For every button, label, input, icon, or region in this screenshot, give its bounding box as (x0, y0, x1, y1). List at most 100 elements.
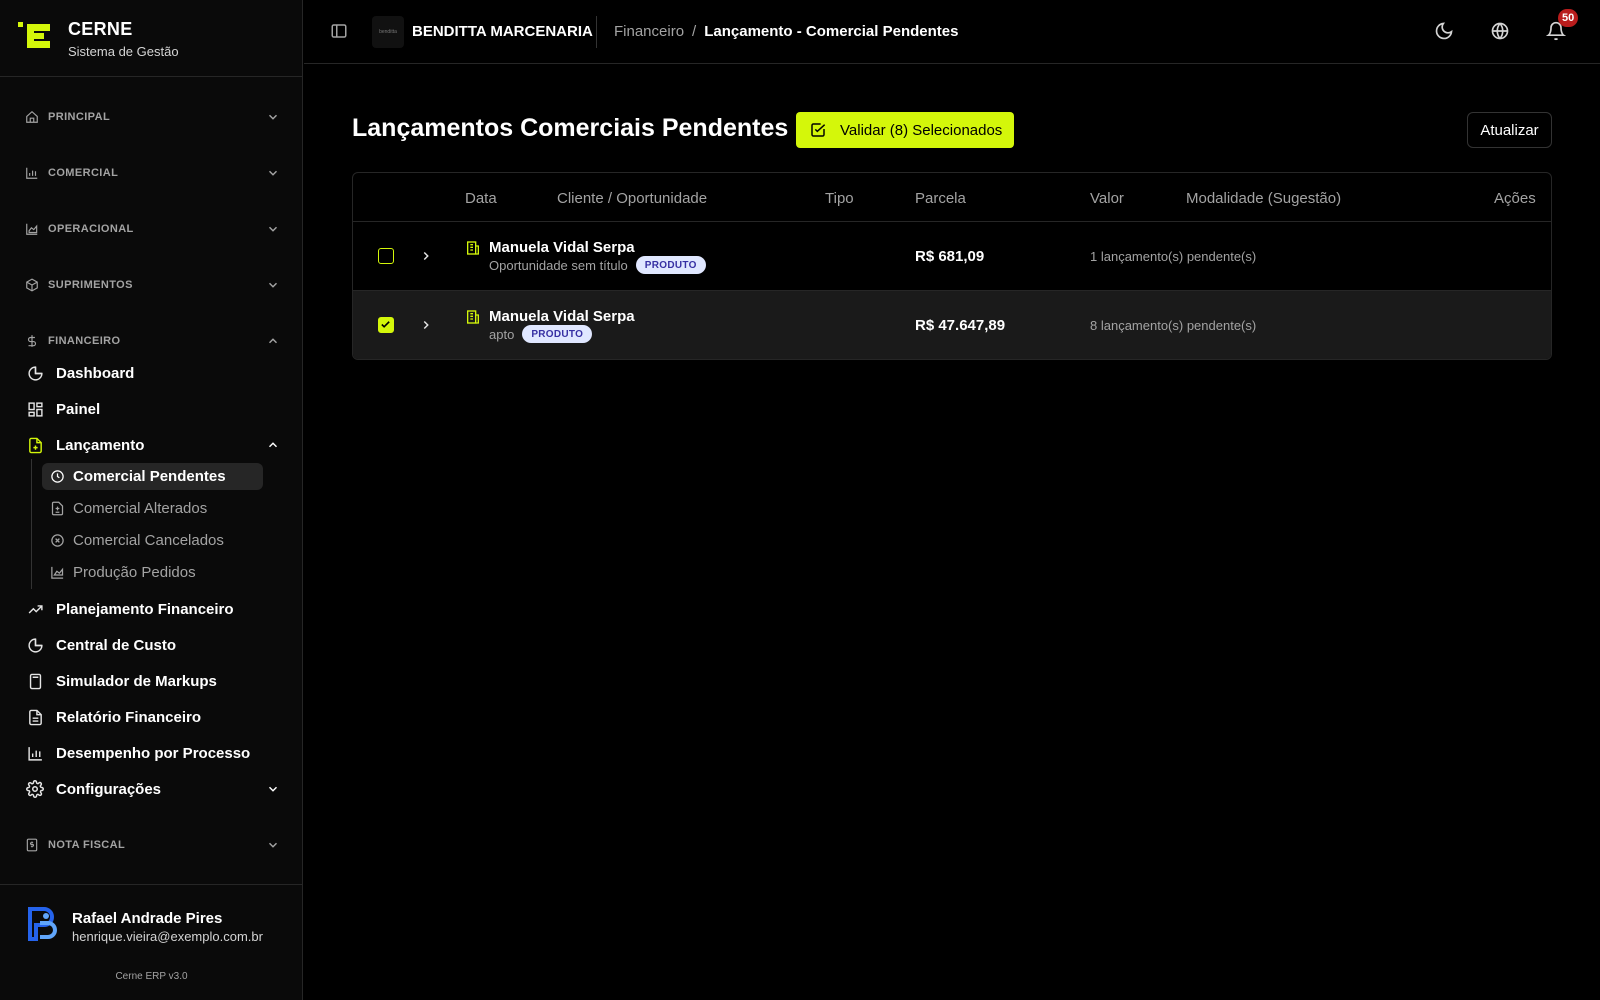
brand-name: CERNE (68, 19, 133, 39)
group-label: SUPRIMENTOS (48, 279, 133, 291)
col-parcela[interactable]: Parcela (915, 190, 966, 207)
receipt-icon (24, 837, 40, 853)
type-badge: PRODUTO (635, 256, 706, 274)
calculator-icon (26, 672, 44, 690)
moon-icon[interactable] (1434, 21, 1454, 41)
area-chart-icon (24, 221, 40, 237)
header-divider (596, 16, 597, 48)
opportunity-line: Oportunidade sem título PRODUTO (489, 256, 706, 274)
x-circle-icon (50, 533, 65, 548)
company-name[interactable]: BENDITTA MARCENARIA (412, 23, 593, 40)
chevron-down-icon (268, 842, 278, 848)
top-header: benditta BENDITTA MARCENARIA Financeiro … (304, 0, 1600, 64)
nav-lancamento[interactable]: Lançamento (26, 433, 282, 457)
nav-label: Painel (56, 400, 101, 418)
breadcrumb-parent[interactable]: Financeiro (614, 23, 684, 40)
globe-icon[interactable] (1490, 21, 1510, 41)
pending-table: Data Cliente / Oportunidade Tipo Parcela… (352, 172, 1552, 360)
chevron-down-icon (268, 786, 278, 792)
row-value: R$ 681,09 (915, 248, 985, 265)
home-icon (24, 109, 40, 125)
sub-comercial-pendentes[interactable]: Comercial Pendentes (42, 463, 263, 490)
group-label: FINANCEIRO (48, 335, 121, 347)
grid-icon (26, 400, 44, 418)
user-profile[interactable]: Rafael Andrade Pires henrique.vieira@exe… (0, 884, 303, 1000)
validate-label: Validar (8) Selecionados (840, 121, 1003, 139)
group-comercial[interactable]: COMERCIAL (24, 163, 280, 183)
nav-central-de-custo[interactable]: Central de Custo (26, 633, 282, 657)
group-operacional[interactable]: OPERACIONAL (24, 219, 280, 239)
validate-selected-button[interactable]: Validar (8) Selecionados (796, 112, 1014, 148)
pending-count: 1 lançamento(s) pendente(s) (1090, 249, 1257, 264)
opportunity-line: apto PRODUTO (489, 325, 593, 343)
breadcrumb-current: Lançamento - Comercial Pendentes (704, 23, 959, 40)
notification-badge: 50 (1558, 9, 1579, 27)
group-suprimentos[interactable]: SUPRIMENTOS (24, 275, 280, 295)
nav-configuracoes[interactable]: Configurações (26, 777, 282, 801)
sub-producao-pedidos[interactable]: Produção Pedidos (42, 559, 263, 586)
chevron-down-icon (268, 226, 278, 232)
nav-painel[interactable]: Painel (26, 397, 282, 421)
company-logo-text: benditta (379, 29, 397, 35)
page-title: Lançamentos Comerciais Pendentes (352, 114, 789, 142)
square-check-icon (811, 123, 826, 137)
col-data[interactable]: Data (465, 190, 497, 207)
table-row[interactable]: Manuela Vidal Serpa Oportunidade sem tít… (353, 222, 1551, 291)
trending-up-icon (26, 600, 44, 618)
breadcrumb-separator: / (692, 23, 697, 40)
chevron-down-icon (268, 282, 278, 288)
nav-planejamento-financeiro[interactable]: Planejamento Financeiro (26, 597, 282, 621)
chevron-right-icon[interactable] (419, 318, 433, 332)
nav-label: Dashboard (56, 364, 135, 382)
row-checkbox[interactable] (378, 317, 394, 333)
chevron-right-icon[interactable] (419, 249, 433, 263)
group-label: OPERACIONAL (48, 223, 134, 235)
col-cliente[interactable]: Cliente / Oportunidade (557, 190, 707, 207)
group-nota-fiscal[interactable]: NOTA FISCAL (24, 835, 280, 855)
nav-label: Configurações (56, 780, 162, 798)
type-badge: PRODUTO (522, 325, 593, 343)
sidebar-toggle-icon[interactable] (330, 22, 348, 40)
group-principal[interactable]: PRINCIPAL (24, 107, 280, 127)
check-icon (381, 321, 390, 328)
avatar (28, 907, 57, 941)
pending-count: 8 lançamento(s) pendente(s) (1090, 318, 1257, 333)
file-report-icon (26, 708, 44, 726)
nav-relatorio-financeiro[interactable]: Relatório Financeiro (26, 705, 282, 729)
company-logo: benditta (372, 16, 404, 48)
client-name: Manuela Vidal Serpa (489, 308, 635, 325)
submenu-rail (31, 459, 32, 589)
sub-label: Comercial Alterados (73, 500, 208, 517)
group-label: PRINCIPAL (48, 111, 111, 123)
pie-chart-icon (26, 636, 44, 654)
chevron-up-icon (268, 442, 278, 448)
sub-comercial-cancelados[interactable]: Comercial Cancelados (42, 527, 263, 554)
table-header: Data Cliente / Oportunidade Tipo Parcela… (353, 173, 1551, 222)
building-icon (467, 310, 479, 324)
file-diff-icon (50, 501, 65, 516)
nav-dashboard[interactable]: Dashboard (26, 361, 282, 385)
building-icon (467, 241, 479, 255)
nav-desempenho-processo[interactable]: Desempenho por Processo (26, 741, 282, 765)
refresh-button[interactable]: Atualizar (1467, 112, 1552, 148)
sub-label: Comercial Pendentes (73, 468, 226, 485)
col-valor[interactable]: Valor (1090, 190, 1124, 207)
col-modalidade[interactable]: Modalidade (Sugestão) (1186, 190, 1341, 207)
brand-subtitle: Sistema de Gestão (68, 44, 179, 59)
opportunity-name: apto (489, 326, 515, 342)
row-value: R$ 47.647,89 (915, 317, 1006, 334)
col-acoes: Ações (1494, 190, 1536, 207)
group-label: NOTA FISCAL (48, 839, 126, 851)
user-name: Rafael Andrade Pires (72, 910, 223, 927)
client-name: Manuela Vidal Serpa (489, 239, 635, 256)
clock-icon (50, 469, 65, 484)
sub-comercial-alterados[interactable]: Comercial Alterados (42, 495, 263, 522)
table-row[interactable]: Manuela Vidal Serpa apto PRODUTO R$ 47.6… (353, 291, 1551, 359)
bar-chart-icon (26, 744, 44, 762)
nav-simulador-markups[interactable]: Simulador de Markups (26, 669, 282, 693)
nav-label: Central de Custo (56, 636, 177, 654)
row-checkbox[interactable] (378, 248, 394, 264)
group-financeiro[interactable]: FINANCEIRO (24, 331, 280, 351)
col-tipo[interactable]: Tipo (825, 190, 854, 207)
nav-label: Planejamento Financeiro (56, 600, 234, 618)
